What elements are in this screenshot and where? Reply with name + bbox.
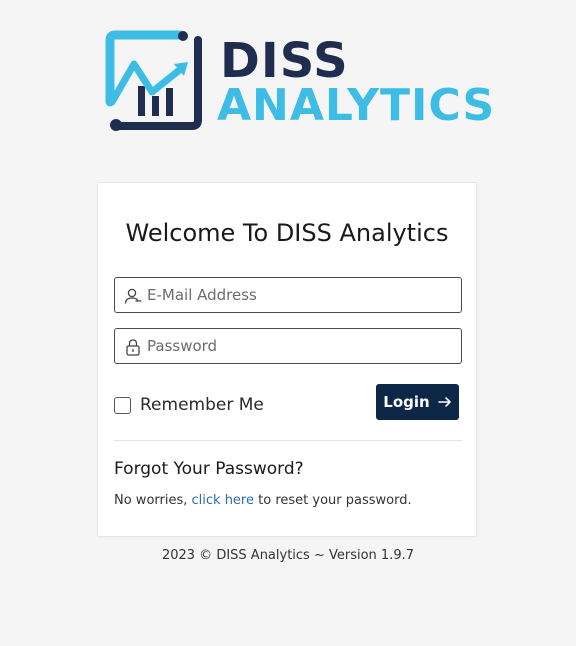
login-card: Welcome To DISS Analytics Remember Me Lo… [97,182,477,537]
remember-me-checkbox[interactable] [114,396,131,414]
login-button-label: Login [383,393,430,411]
email-input[interactable] [147,278,447,312]
password-input[interactable] [147,329,447,363]
footer-version: 2023 © DISS Analytics ~ Version 1.9.7 [161,548,415,563]
forgot-suffix: to reset your password. [258,493,412,508]
lock-icon [126,339,140,356]
reset-password-link[interactable]: click here [192,493,254,508]
diss-analytics-logo: DISS ANALYTICS [104,30,494,134]
user-icon [124,288,142,304]
password-field[interactable] [114,328,462,364]
login-button[interactable]: Login [376,384,459,420]
logo-text-analytics: ANALYTICS [217,80,496,131]
remember-me[interactable]: Remember Me [114,394,264,416]
arrow-right-icon [437,397,451,407]
forgot-prefix: No worries, [114,493,188,508]
email-field[interactable] [114,277,462,313]
chart-logo-icon [105,30,202,131]
forgot-password-heading: Forgot Your Password? [114,459,304,479]
divider [114,440,462,441]
forgot-password-text: No worries, click here to reset your pas… [114,493,412,508]
remember-me-label[interactable]: Remember Me [140,395,264,415]
page-title: Welcome To DISS Analytics [125,219,449,247]
